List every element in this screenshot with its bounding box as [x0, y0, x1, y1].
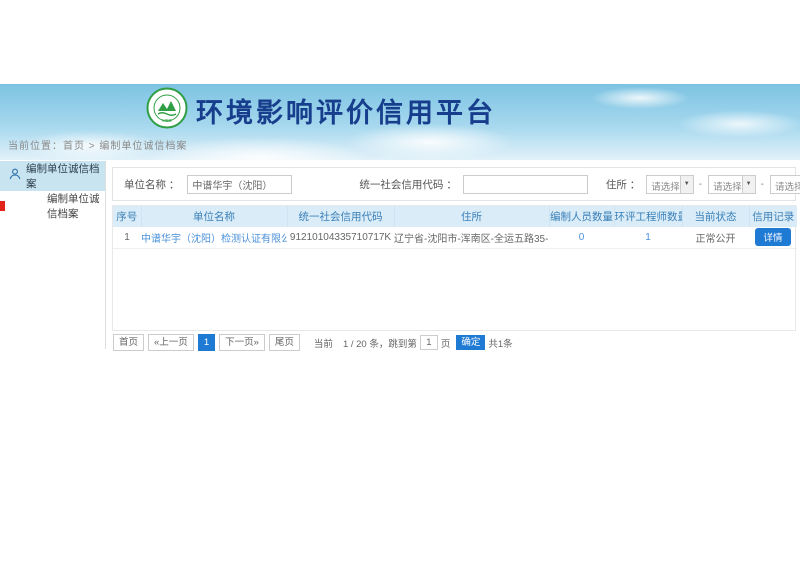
- detail-button[interactable]: 详情: [755, 228, 790, 246]
- page: MEE 环境影响评价信用平台 当前位置：首页 > 编制单位诚信档案 编制单位诚信…: [0, 0, 800, 565]
- credit-code-label: 统一社会信用代码 ：: [359, 177, 456, 192]
- col-unit-name: 单位名称: [141, 206, 287, 227]
- pagination-first-button[interactable]: 首页: [113, 334, 144, 351]
- select-value: 请选择: [709, 176, 742, 193]
- search-form: 单位名称 ： 统一社会信用代码 ： 住所 ： 请选择 ▼ - 请选择 ▼ - 请…: [112, 167, 796, 201]
- table-row: 1 中谱华宇（沈阳）检测认证有限公司 91210104335710717K 辽宁…: [113, 227, 797, 248]
- chevron-down-icon[interactable]: ▼: [680, 176, 693, 193]
- select-separator: -: [761, 179, 764, 190]
- sidebar-item-credit-archive[interactable]: 编制单位诚信档案: [0, 191, 105, 221]
- address-province-select[interactable]: 请选择 ▼: [646, 175, 694, 194]
- svg-text:MEE: MEE: [162, 118, 172, 123]
- col-address: 住所: [394, 206, 549, 227]
- header-banner: MEE 环境影响评价信用平台 当前位置：首页 > 编制单位诚信档案: [0, 84, 800, 160]
- select-value: 请选择: [647, 176, 680, 193]
- unit-name-label: 单位名称 ：: [124, 177, 179, 192]
- cell-unit-name-link[interactable]: 中谱华宇（沈阳）检测认证有限公司: [141, 227, 287, 248]
- pagination-total: 共1条: [488, 336, 512, 350]
- unit-name-input[interactable]: [187, 175, 292, 194]
- cell-credit-code: 91210104335710717K: [287, 227, 394, 248]
- user-icon: [9, 167, 21, 185]
- pagination-info-text: 1 / 20 条，跳到第: [343, 336, 417, 350]
- pagination-page-1-button[interactable]: 1: [198, 334, 215, 351]
- pagination-last-button[interactable]: 尾页: [269, 334, 300, 351]
- red-bullet-marker: [0, 201, 5, 211]
- mee-logo-icon: MEE: [146, 87, 188, 129]
- col-staff-count: 编制人员数量: [549, 206, 614, 227]
- breadcrumb: 当前位置：首页 > 编制单位诚信档案: [8, 137, 187, 152]
- col-credit-code: 统一社会信用代码: [287, 206, 394, 227]
- sidebar-item-label: 编制单位诚信档案: [26, 161, 105, 191]
- cell-staff-count-link[interactable]: 0: [549, 227, 614, 248]
- sidebar-item-credit-archive-header[interactable]: 编制单位诚信档案: [0, 161, 105, 191]
- col-index: 序号: [113, 206, 141, 227]
- select-separator: -: [699, 179, 702, 190]
- pagination-jump-input[interactable]: [420, 335, 438, 350]
- pagination: 首页 «上一页 1 下一页» 尾页 当前 1 / 20 条，跳到第 页 确定 共…: [113, 334, 513, 351]
- sidebar-item-label: 编制单位诚信档案: [47, 191, 105, 221]
- pagination-prev-button[interactable]: «上一页: [148, 334, 194, 351]
- table-header-row: 序号 单位名称 统一社会信用代码 住所 编制人员数量 环评工程师数量 当前状态 …: [113, 206, 797, 227]
- chevron-down-icon[interactable]: ▼: [742, 176, 755, 193]
- breadcrumb-home-link[interactable]: 首页: [63, 141, 85, 152]
- cell-status: 正常公开: [682, 227, 749, 248]
- cell-address: 辽宁省-沈阳市-浑南区-全运五路35-1号楼902: [394, 227, 549, 248]
- credit-code-input[interactable]: [463, 175, 588, 194]
- breadcrumb-separator: >: [89, 141, 96, 152]
- cell-action: 详情: [749, 227, 797, 248]
- breadcrumb-current: 编制单位诚信档案: [99, 141, 187, 152]
- address-city-select[interactable]: 请选择 ▼: [708, 175, 756, 194]
- address-district-select[interactable]: 请选择 ▼: [770, 175, 800, 194]
- pagination-current-label: 当前: [314, 336, 333, 350]
- sidebar: 编制单位诚信档案 编制单位诚信档案: [0, 161, 106, 349]
- results-table: 序号 单位名称 统一社会信用代码 住所 编制人员数量 环评工程师数量 当前状态 …: [113, 206, 797, 249]
- pagination-page-unit: 页: [441, 336, 451, 350]
- col-status: 当前状态: [682, 206, 749, 227]
- pagination-confirm-button[interactable]: 确定: [456, 335, 485, 350]
- site-title: 环境影响评价信用平台: [196, 91, 496, 130]
- results-table-container: 序号 单位名称 统一社会信用代码 住所 编制人员数量 环评工程师数量 当前状态 …: [112, 205, 796, 331]
- cell-index: 1: [113, 227, 141, 248]
- cell-engineer-count-link[interactable]: 1: [614, 227, 682, 248]
- address-label: 住所 ：: [606, 177, 640, 192]
- col-credit-record: 信用记录: [749, 206, 797, 227]
- col-engineer-count: 环评工程师数量: [614, 206, 682, 227]
- breadcrumb-location-label: 当前位置：: [8, 141, 63, 152]
- select-value: 请选择: [771, 176, 800, 193]
- pagination-next-button[interactable]: 下一页»: [219, 334, 265, 351]
